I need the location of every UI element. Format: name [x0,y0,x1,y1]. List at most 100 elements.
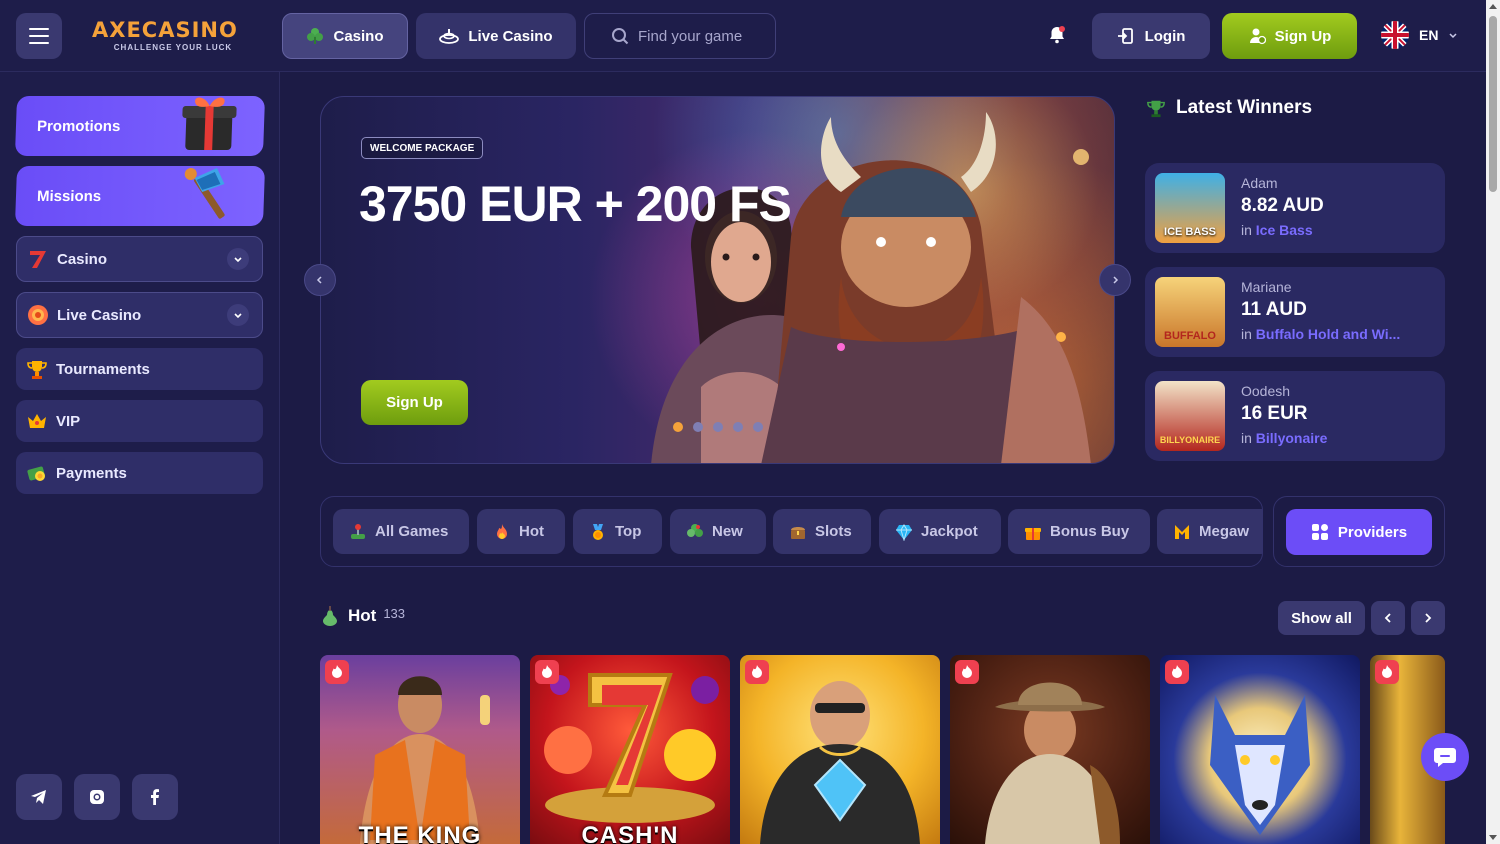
chip-icon [28,305,48,325]
game-artwork [360,676,490,844]
game-card[interactable] [950,655,1150,844]
welcome-package-badge: WELCOME PACKAGE [361,137,484,159]
logo[interactable]: AXECASINO CHALLENGE YOUR LUCK [92,18,254,56]
login-button[interactable]: Login [1092,13,1210,59]
page-scrollbar[interactable] [1486,0,1500,844]
menu-button[interactable] [16,13,62,59]
tab-hot[interactable]: Hot [477,509,565,554]
game-artwork [985,682,1120,844]
winner-amount: 8.82 AUD [1241,195,1324,216]
pear-icon [323,606,337,626]
sidebar-item-live-casino[interactable]: Live Casino [16,292,263,338]
chat-icon [1434,748,1456,767]
show-all-button[interactable]: Show all [1278,601,1365,635]
gift-icon [1025,527,1041,540]
sidebar-missions-card[interactable]: Missions [14,166,266,226]
chevron-down-icon[interactable] [227,248,249,270]
hot-prev-button[interactable] [1371,601,1405,635]
tab-top[interactable]: Top [573,509,662,554]
carousel-dot[interactable] [733,422,743,432]
hot-section-title: Hot [348,606,377,625]
facebook-button[interactable] [132,774,178,820]
hot-fire-icon [1375,660,1399,684]
game-artwork [1210,695,1310,835]
diamond-icon [896,523,912,541]
scrollbar-thumb[interactable] [1489,16,1497,192]
chat-button[interactable] [1421,733,1469,781]
sidebar-promotions-card[interactable]: Promotions [14,96,266,156]
tab-bonus-buy[interactable]: Bonus Buy [1008,509,1150,554]
tab-label: All Games [375,523,449,540]
tab-megaways[interactable]: Megaw [1157,509,1262,554]
nav-live-casino-label: Live Casino [468,27,553,45]
sidebar-item-tournaments[interactable]: Tournaments [16,348,263,390]
winner-card[interactable]: BUFFALO Mariane 11 AUD in Buffalo Hold a… [1145,267,1445,357]
language-selector[interactable]: EN [1381,21,1458,49]
in-word: in [1241,326,1252,342]
bell-icon[interactable] [1046,24,1068,46]
carousel-dot[interactable] [753,422,763,432]
winner-game[interactable]: in Billyonaire [1241,430,1436,446]
banner-signup-button[interactable]: Sign Up [361,380,468,425]
game-artwork [544,673,719,823]
latest-winners-title: Latest Winners [1176,97,1313,118]
winner-game-link[interactable]: Buffalo Hold and Wi... [1256,326,1401,342]
game-card[interactable] [740,655,940,844]
chevron-right-icon [1425,613,1432,623]
winner-game-link[interactable]: Ice Bass [1256,222,1313,238]
tab-label: Top [615,523,642,540]
tab-jackpot[interactable]: Jackpot [879,509,1001,554]
grid-icon [1311,524,1328,540]
banner-prev-button[interactable] [304,264,336,296]
nav-live-casino-button[interactable]: Live Casino [416,13,576,59]
game-card[interactable]: CASH'N [530,655,730,844]
banner-next-button[interactable] [1099,264,1131,296]
login-icon [1117,28,1133,44]
sidebar-item-payments[interactable]: Payments [16,452,263,494]
game-card[interactable] [1160,655,1360,844]
chevron-left-icon [1384,613,1391,623]
carousel-dot[interactable] [713,422,723,432]
seven-icon [30,251,46,268]
signup-button[interactable]: Sign Up [1222,13,1357,59]
tab-all-games[interactable]: All Games [333,509,469,554]
search-placeholder: Find your game [638,27,743,45]
carousel-dot[interactable] [673,422,683,432]
hot-section-count: 133 [383,605,406,621]
sidebar-item-casino[interactable]: Casino [16,236,263,282]
category-tabs: All Games Hot Top New Slots Jackpot Bonu… [320,496,1263,567]
gift-icon [182,97,237,150]
winner-game-link[interactable]: Billyonaire [1256,430,1328,446]
telegram-button[interactable] [16,774,62,820]
hamburger-line [29,42,49,44]
winner-card[interactable]: ICE BASS Adam 8.82 AUD in Ice Bass [1145,163,1445,253]
chevron-down-icon[interactable] [227,304,249,326]
missions-label: Missions [36,187,102,205]
winner-game[interactable]: in Ice Bass [1241,222,1436,238]
tab-label: Bonus Buy [1050,523,1130,540]
search-input[interactable]: Find your game [584,13,776,59]
chevron-left-icon [316,276,322,284]
carousel-dot[interactable] [693,422,703,432]
game-card[interactable]: THE KING [320,655,520,844]
hero-banner[interactable]: WELCOME PACKAGE 3750 EUR + 200 FS Sign U… [320,96,1115,464]
winner-game[interactable]: in Buffalo Hold and Wi... [1241,326,1436,342]
instagram-button[interactable] [74,774,120,820]
chest-icon [791,526,805,539]
providers-button[interactable]: Providers [1286,509,1432,555]
uk-flag-icon [1381,21,1409,49]
scroll-up-arrow-icon[interactable] [1489,4,1497,9]
user-add-icon [1249,28,1266,45]
sidebar-item-label: Payments [56,464,127,482]
nav-casino-button[interactable]: Casino [282,13,408,59]
winner-card[interactable]: BILLYONAIRE Oodesh 16 EUR in Billyonaire [1145,371,1445,461]
tab-new[interactable]: New [670,509,766,554]
winner-name: Adam [1241,175,1278,191]
tab-slots[interactable]: Slots [773,509,871,554]
hot-fire-icon [325,660,349,684]
sidebar-item-vip[interactable]: VIP [16,400,263,442]
megaways-icon [1175,524,1189,539]
scroll-down-arrow-icon[interactable] [1489,835,1497,840]
hot-next-button[interactable] [1411,601,1445,635]
sidebar-item-label: Live Casino [57,306,142,324]
